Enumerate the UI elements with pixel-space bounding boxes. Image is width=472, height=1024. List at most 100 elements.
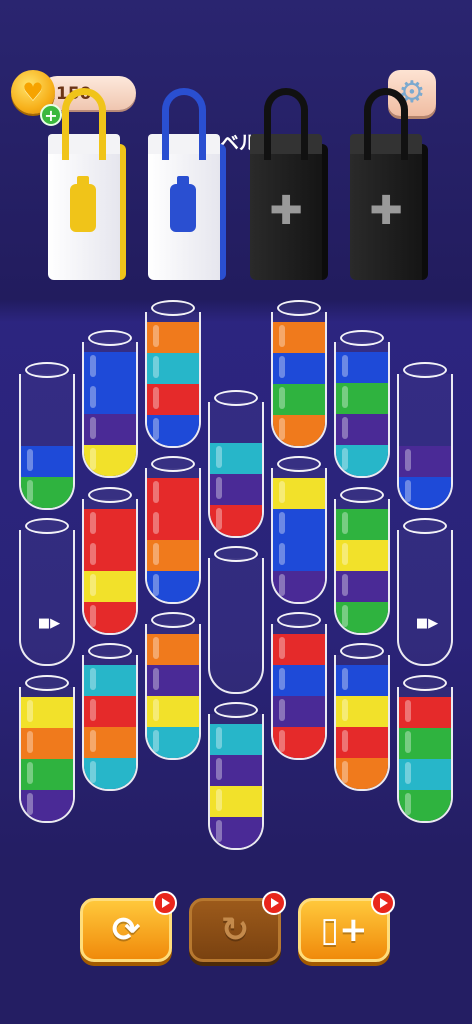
tube-glass: ■▶ [19,530,75,666]
liquid-layer [336,758,388,789]
tube-glass [82,499,138,635]
liquid-layer [273,696,325,727]
liquid-stack [147,634,199,758]
liquid-layer [21,446,73,477]
undo-icon: ↻ [220,910,250,950]
liquid-layer [336,665,388,696]
tube-rim [25,675,69,691]
liquid-stack [84,352,136,476]
liquid-stack [147,322,199,446]
liquid-layer [336,383,388,414]
tube[interactable] [271,300,327,448]
tube[interactable] [397,675,453,823]
liquid-layer [336,727,388,758]
tube[interactable] [334,643,390,791]
liquid-stack [399,446,451,508]
shuffle-button[interactable]: ⟳ [80,891,177,962]
liquid-layer [21,697,73,728]
liquid-layer [84,758,136,789]
tube[interactable] [145,456,201,604]
liquid-layer [336,571,388,602]
tube[interactable] [334,487,390,635]
tube-glass [145,624,201,760]
tube-rim [88,330,132,346]
liquid-stack [336,665,388,789]
liquid-layer [147,322,199,353]
liquid-layer [84,383,136,414]
liquid-layer [273,665,325,696]
tube-rim [403,675,447,691]
liquid-layer [399,697,451,728]
tube-glass [271,468,327,604]
liquid-stack [210,724,262,848]
tube[interactable] [82,643,138,791]
tube[interactable] [82,330,138,478]
liquid-stack [84,509,136,633]
liquid-layer [147,634,199,665]
tube[interactable] [208,390,264,538]
liquid-layer [147,353,199,384]
liquid-stack [84,665,136,789]
tube-rim [151,456,195,472]
tube[interactable] [397,362,453,510]
tube[interactable]: ■▶ [397,518,453,666]
shuffle-icon: ⟳ [111,910,141,950]
liquid-stack [21,446,73,508]
liquid-layer [273,353,325,384]
liquid-layer [336,602,388,633]
bottle-icon [70,176,96,232]
tube[interactable]: ■▶ [19,518,75,666]
liquid-layer [147,696,199,727]
tube[interactable] [19,362,75,510]
tube-rim [151,300,195,316]
tube[interactable] [271,612,327,760]
tube-rim [88,487,132,503]
liquid-layer [84,414,136,445]
tube-rim [25,518,69,534]
tube[interactable] [19,675,75,823]
add-bottle-icon: ▯+ [320,910,368,950]
liquid-layer [210,724,262,755]
liquid-stack [336,352,388,476]
liquid-layer [210,443,262,474]
liquid-layer [399,790,451,821]
tube[interactable] [145,612,201,760]
tube[interactable] [271,456,327,604]
liquid-layer [273,322,325,353]
tube[interactable] [208,546,264,694]
plus-icon: ✚ [269,188,303,234]
tube-glass [208,714,264,850]
liquid-layer [147,384,199,415]
liquid-layer [147,665,199,696]
liquid-layer [273,727,325,758]
liquid-layer [336,352,388,383]
video-ad-badge [153,891,177,915]
liquid-layer [84,727,136,758]
liquid-layer [147,571,199,602]
undo-button[interactable]: ↻ [189,891,286,962]
liquid-layer [84,509,136,540]
tube[interactable] [145,300,201,448]
tube-glass [271,312,327,448]
liquid-layer [84,540,136,571]
liquid-layer [21,790,73,821]
plus-icon: ✚ [369,188,403,234]
liquid-layer [147,727,199,758]
liquid-stack [273,634,325,758]
tube[interactable] [208,702,264,850]
liquid-stack [273,478,325,602]
tube[interactable] [334,330,390,478]
add-tube-button[interactable]: ▯+ [298,891,395,962]
tube-glass [334,342,390,478]
bag-handle [62,88,106,160]
tube-glass [397,374,453,510]
tube-rim [340,487,384,503]
tube-glass [208,558,264,694]
tube[interactable] [82,487,138,635]
liquid-stack [273,322,325,446]
tube-glass [145,468,201,604]
liquid-layer [336,414,388,445]
liquid-layer [21,759,73,790]
liquid-stack [399,697,451,821]
liquid-stack [210,443,262,536]
